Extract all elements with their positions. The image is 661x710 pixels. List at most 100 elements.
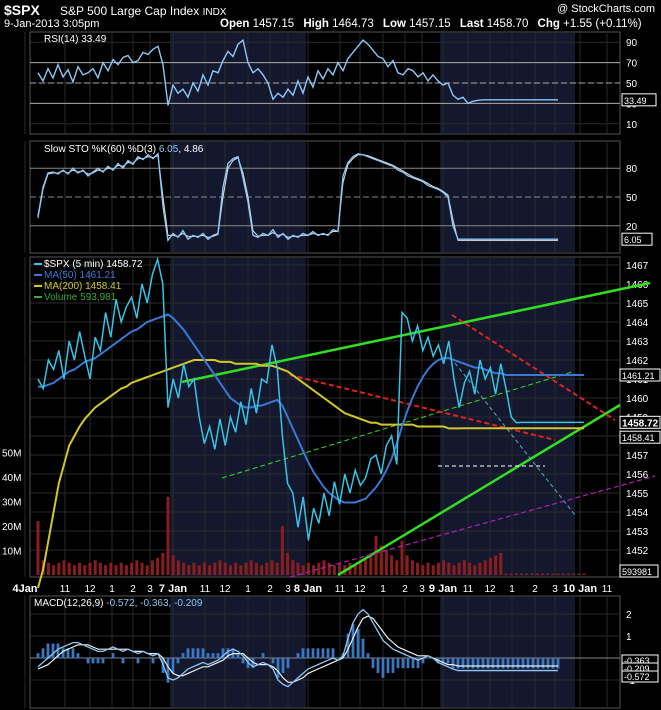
x-axis-tick-label: 11 <box>335 584 346 595</box>
rsi-tick-label: 50 <box>626 79 638 90</box>
volume-bar <box>254 562 258 575</box>
x-axis-tick-label: 12 <box>84 584 96 595</box>
macd-histogram-bar <box>451 658 455 669</box>
volume-bar <box>447 562 451 575</box>
macd-histogram-bar <box>186 648 190 659</box>
macd-histogram-bar <box>131 658 135 659</box>
macd-histogram-bar <box>461 658 465 669</box>
macd-legend: MACD(12,26,9) -0.572, -0.363, -0.209 <box>34 598 203 609</box>
volume-bar <box>150 560 154 575</box>
volume-bar <box>561 573 565 575</box>
volume-bar <box>124 565 128 575</box>
brand-label: @ StockCharts.com <box>557 3 655 15</box>
macd-histogram-bar <box>206 653 210 659</box>
last-label: Last <box>460 18 484 30</box>
sto-tick-label: 80 <box>626 164 638 175</box>
volume-bar <box>296 562 300 575</box>
macd-histogram-bar <box>86 658 90 664</box>
macd-histogram-bar <box>476 658 480 669</box>
macd-histogram-bar <box>331 648 335 659</box>
macd-histogram-bar <box>111 653 115 659</box>
volume-bar <box>46 562 50 575</box>
macd-histogram-bar <box>256 658 260 659</box>
x-axis-tick-label: 11 <box>602 584 613 595</box>
price-legend-item: MA(200) 1458.41 <box>44 281 122 292</box>
macd-histogram-bar <box>261 653 265 659</box>
volume-bar <box>249 560 253 575</box>
macd-histogram-bar <box>361 638 365 659</box>
x-axis-tick-label: 7 Jan <box>159 583 187 595</box>
volume-tick-label: 10M <box>2 547 21 558</box>
open-value: 1457.15 <box>253 18 295 30</box>
x-axis-tick-label: 1 <box>380 584 386 595</box>
macd-histogram-bar <box>271 658 275 664</box>
volume-bar <box>223 562 227 575</box>
volume-bar <box>156 557 160 575</box>
high-value: 1464.73 <box>332 18 374 30</box>
x-axis-tick-label: 4Jan <box>12 583 37 595</box>
volume-bar <box>67 562 71 575</box>
volume-bar <box>566 573 570 575</box>
price-tag: 1461.21 <box>622 371 655 381</box>
x-axis-tick-label: 10 Jan <box>563 583 598 595</box>
volume-bar <box>468 562 472 575</box>
price-tick-label: 1454 <box>626 508 649 519</box>
volume-tick-label: 30M <box>2 498 21 509</box>
macd-histogram-bar <box>151 658 155 664</box>
macd-histogram-bar <box>216 653 220 659</box>
price-tick-label: 1464 <box>626 318 649 329</box>
macd-histogram-bar <box>446 658 450 664</box>
macd-histogram-bar <box>211 653 215 659</box>
volume-bar <box>78 562 82 575</box>
volume-bar <box>327 562 331 575</box>
last-value: 1458.70 <box>487 18 529 30</box>
x-axis-tick-label: 1 <box>109 584 115 595</box>
volume-bar <box>525 573 529 575</box>
volume-bar <box>384 550 388 575</box>
volume-bar <box>551 573 555 575</box>
x-axis-tick-label: 2 <box>532 584 538 595</box>
chart-window: $SPX S&P 500 Large Cap Index INDX @ Stoc… <box>0 0 661 710</box>
x-axis-tick-label: 3 <box>419 584 425 595</box>
volume-bar <box>291 560 295 575</box>
macd-histogram-bar <box>406 658 410 669</box>
macd-histogram-bar <box>496 658 500 669</box>
volume-bar <box>431 565 435 575</box>
volume-bar <box>265 562 269 575</box>
macd-histogram-bar <box>411 658 415 669</box>
volume-bar <box>436 562 440 575</box>
price-tick-label: 1457 <box>626 451 649 462</box>
macd-histogram-bar <box>116 658 120 659</box>
volume-bar <box>93 560 97 575</box>
price-tick-label: 1467 <box>626 261 649 272</box>
volume-bar <box>395 560 399 575</box>
volume-tick-label: 40M <box>2 473 21 484</box>
macd-histogram-bar <box>266 658 270 659</box>
volume-bar <box>514 573 518 575</box>
macd-histogram-bar <box>366 653 370 659</box>
macd-histogram-bar <box>41 648 45 659</box>
volume-bar <box>239 565 243 575</box>
symbol-label: $SPX <box>4 2 40 18</box>
volume-bar <box>421 565 425 575</box>
macd-histogram-bar <box>511 658 515 669</box>
macd-histogram-bar <box>491 658 495 669</box>
price-tag: 1458.72 <box>622 418 659 429</box>
volume-bar <box>478 562 482 575</box>
macd-histogram-bar <box>76 653 80 659</box>
volume-bar <box>114 565 118 575</box>
volume-bar <box>540 573 544 575</box>
macd-histogram-bar <box>181 653 185 659</box>
macd-histogram-bar <box>306 648 310 659</box>
macd-tick-label: 2 <box>626 610 632 621</box>
macd-histogram-bar <box>156 658 160 659</box>
volume-bar <box>572 573 576 575</box>
price-legend-item: $SPX (5 min) 1458.72 <box>44 259 143 270</box>
macd-histogram-bar <box>301 648 305 659</box>
x-axis-tick-label: 1 <box>245 584 251 595</box>
volume-bar <box>57 562 61 575</box>
macd-histogram-bar <box>426 658 430 659</box>
volume-bar <box>145 565 149 575</box>
chart-header: $SPX S&P 500 Large Cap Index INDX @ Stoc… <box>4 2 655 30</box>
volume-bar <box>499 552 503 575</box>
